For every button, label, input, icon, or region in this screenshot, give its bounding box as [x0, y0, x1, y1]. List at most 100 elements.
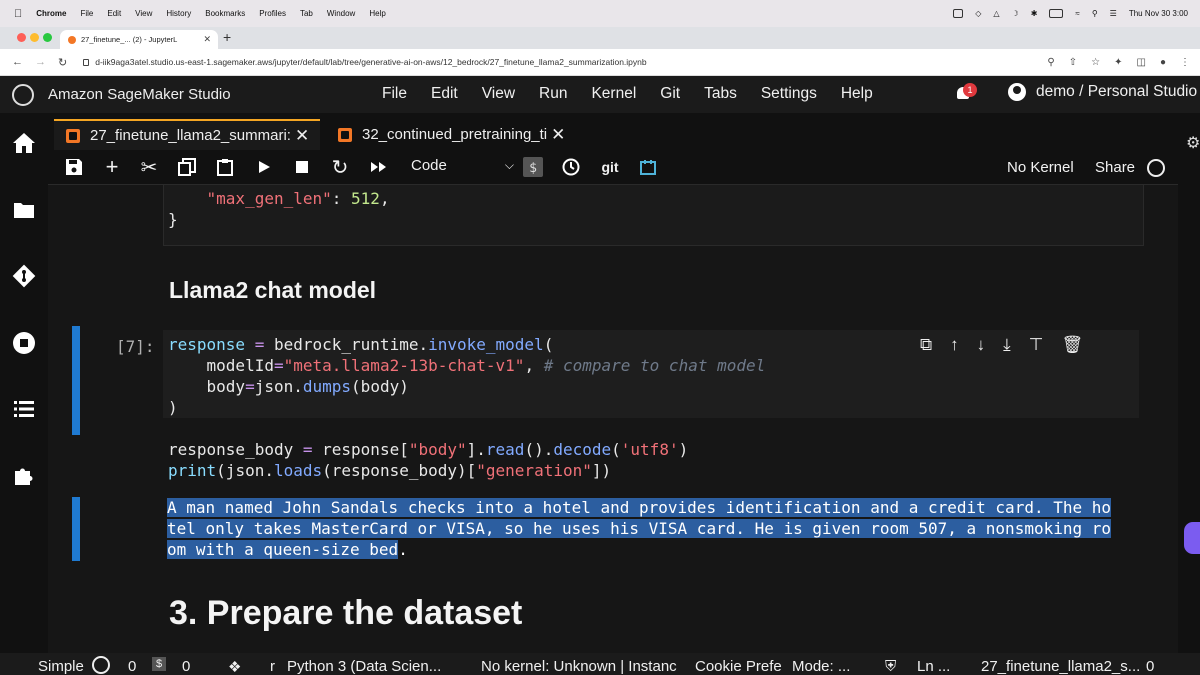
close-window-button[interactable]: [17, 33, 26, 42]
close-tab-icon[interactable]: ✕: [295, 126, 309, 146]
close-tab-icon[interactable]: ✕: [551, 125, 565, 145]
run-icon[interactable]: [254, 157, 274, 177]
code-cell-source[interactable]: response = bedrock_runtime.invoke_model(…: [168, 334, 765, 481]
previous-code-cell[interactable]: "max_gen_len": 512, }: [163, 185, 1144, 246]
browser-tab[interactable]: 27_finetune_... (2) - JupyterL ✕: [60, 30, 218, 49]
bookmark-star-icon[interactable]: ☆: [1091, 57, 1100, 68]
url-text[interactable]: d-iik9aga3atel.studio.us-east-1.sagemake…: [95, 57, 646, 67]
chevron-down-icon: ⌵: [504, 158, 514, 172]
running-stop-icon[interactable]: [12, 331, 36, 355]
copy-icon[interactable]: [177, 157, 197, 177]
close-tab-icon[interactable]: ✕: [203, 34, 211, 45]
lock-icon[interactable]: [83, 58, 90, 66]
shield-icon[interactable]: ⛨: [885, 658, 896, 675]
share-page-icon[interactable]: ⇧: [1069, 57, 1077, 68]
simple-mode-label[interactable]: Simple: [38, 658, 84, 675]
move-up-icon[interactable]: ↑: [950, 335, 959, 355]
cookie-preferences-link[interactable]: Cookie Prefe: [695, 658, 782, 675]
menubar-item-help[interactable]: Help: [369, 9, 385, 18]
menu-tabs[interactable]: Tabs: [704, 85, 737, 103]
menubar-item-tab[interactable]: Tab: [300, 9, 313, 18]
chrome-menu-icon[interactable]: ⋮: [1180, 57, 1190, 68]
diamond-icon[interactable]: ◇: [975, 9, 981, 18]
menubar-item-view[interactable]: View: [135, 9, 152, 18]
sidepanel-icon[interactable]: ◫: [1137, 57, 1146, 68]
status-icon[interactable]: [953, 9, 964, 18]
table-of-contents-icon[interactable]: [12, 397, 36, 421]
menubar-datetime[interactable]: Thu Nov 30 3:00: [1129, 9, 1188, 18]
git-icon[interactable]: [12, 264, 36, 288]
extensions-icon[interactable]: ✦: [1114, 57, 1122, 68]
wifi-icon[interactable]: ≈: [1075, 9, 1079, 18]
tab-27-finetune[interactable]: 27_finetune_llama2_summari: ✕: [54, 119, 320, 150]
save-icon[interactable]: [64, 157, 84, 177]
search-icon[interactable]: ⚲: [1092, 9, 1098, 18]
zoom-icon[interactable]: ⚲: [1047, 57, 1054, 68]
apple-icon[interactable]: : [14, 8, 22, 20]
terminal-icon[interactable]: $: [523, 157, 543, 177]
notifications-button[interactable]: 1: [955, 83, 977, 103]
reload-icon[interactable]: ↻: [58, 56, 67, 69]
home-icon[interactable]: [12, 131, 36, 155]
insert-above-icon[interactable]: ⊤: [1029, 335, 1044, 355]
insert-cell-icon[interactable]: +: [102, 154, 122, 179]
zoom-window-button[interactable]: [43, 33, 52, 42]
moon-icon[interactable]: ☽: [1012, 9, 1019, 18]
macos-menubar:  Chrome File Edit View History Bookmark…: [0, 0, 1200, 27]
menu-help[interactable]: Help: [841, 85, 873, 103]
git-label[interactable]: git: [597, 157, 623, 177]
menu-run[interactable]: Run: [539, 85, 567, 103]
profile-icon[interactable]: ●: [1160, 57, 1166, 68]
forward-icon[interactable]: →: [35, 56, 46, 69]
triangle-icon[interactable]: △: [993, 9, 999, 18]
menubar-item-window[interactable]: Window: [327, 9, 355, 18]
extensions-puzzle-icon[interactable]: [12, 464, 36, 488]
git-branch-label[interactable]: r: [270, 658, 275, 675]
menu-git[interactable]: Git: [660, 85, 680, 103]
kernel-name[interactable]: No Kernel: [1007, 159, 1074, 176]
restart-icon[interactable]: ↻: [330, 157, 350, 179]
new-tab-button[interactable]: +: [223, 29, 231, 45]
battery-icon[interactable]: [1049, 9, 1064, 18]
menu-view[interactable]: View: [482, 85, 515, 103]
duplicate-cell-icon[interactable]: ⧉: [920, 335, 932, 355]
menu-kernel[interactable]: Kernel: [591, 85, 636, 103]
share-button[interactable]: Share: [1095, 159, 1135, 176]
minimize-window-button[interactable]: [30, 33, 39, 42]
kernel-label[interactable]: Python 3 (Data Scien...: [287, 658, 441, 675]
menubar-item-file[interactable]: File: [80, 9, 93, 18]
clock-icon[interactable]: [561, 157, 581, 177]
menubar-item-bookmarks[interactable]: Bookmarks: [205, 9, 245, 18]
user-label: demo / Personal Studio: [1036, 83, 1198, 100]
cell-type-select[interactable]: Code ⌵: [411, 157, 514, 174]
assistant-launcher-button[interactable]: [1184, 522, 1200, 554]
menu-settings[interactable]: Settings: [761, 85, 817, 103]
calendar-icon[interactable]: [638, 157, 658, 177]
back-icon[interactable]: ←: [12, 56, 23, 69]
folder-icon[interactable]: [12, 198, 36, 222]
delete-cell-icon[interactable]: 🗑: [1061, 335, 1083, 355]
menu-file[interactable]: File: [382, 85, 407, 103]
line-column-label[interactable]: Ln ...: [917, 658, 950, 675]
kernel-status-icon: [1147, 159, 1165, 177]
stop-icon[interactable]: [292, 157, 312, 177]
user-menu[interactable]: demo / Personal Studio: [1008, 83, 1197, 101]
fast-forward-icon[interactable]: [368, 157, 390, 177]
menubar-item-profiles[interactable]: Profiles: [259, 9, 286, 18]
menubar-app-name[interactable]: Chrome: [36, 9, 66, 18]
insert-below-icon[interactable]: ⤓: [1003, 335, 1011, 355]
menubar-item-edit[interactable]: Edit: [107, 9, 121, 18]
tab-32-continued[interactable]: 32_continued_pretraining_ti ✕: [326, 119, 596, 150]
cell-output[interactable]: A man named John Sandals checks into a h…: [167, 497, 1145, 560]
move-down-icon[interactable]: ↓: [977, 335, 986, 355]
paste-icon[interactable]: [215, 157, 235, 177]
cut-icon[interactable]: ✂: [139, 157, 159, 179]
gear-icon[interactable]: ⚙: [1186, 133, 1200, 153]
menubar-item-history[interactable]: History: [166, 9, 191, 18]
git-branch-icon[interactable]: ❖: [228, 658, 241, 675]
notification-count[interactable]: 0: [1146, 658, 1154, 675]
bluetooth-icon[interactable]: ✱: [1031, 9, 1038, 18]
control-center-icon[interactable]: ☰: [1110, 9, 1117, 18]
simple-mode-toggle-icon[interactable]: [92, 656, 110, 674]
menu-edit[interactable]: Edit: [431, 85, 458, 103]
